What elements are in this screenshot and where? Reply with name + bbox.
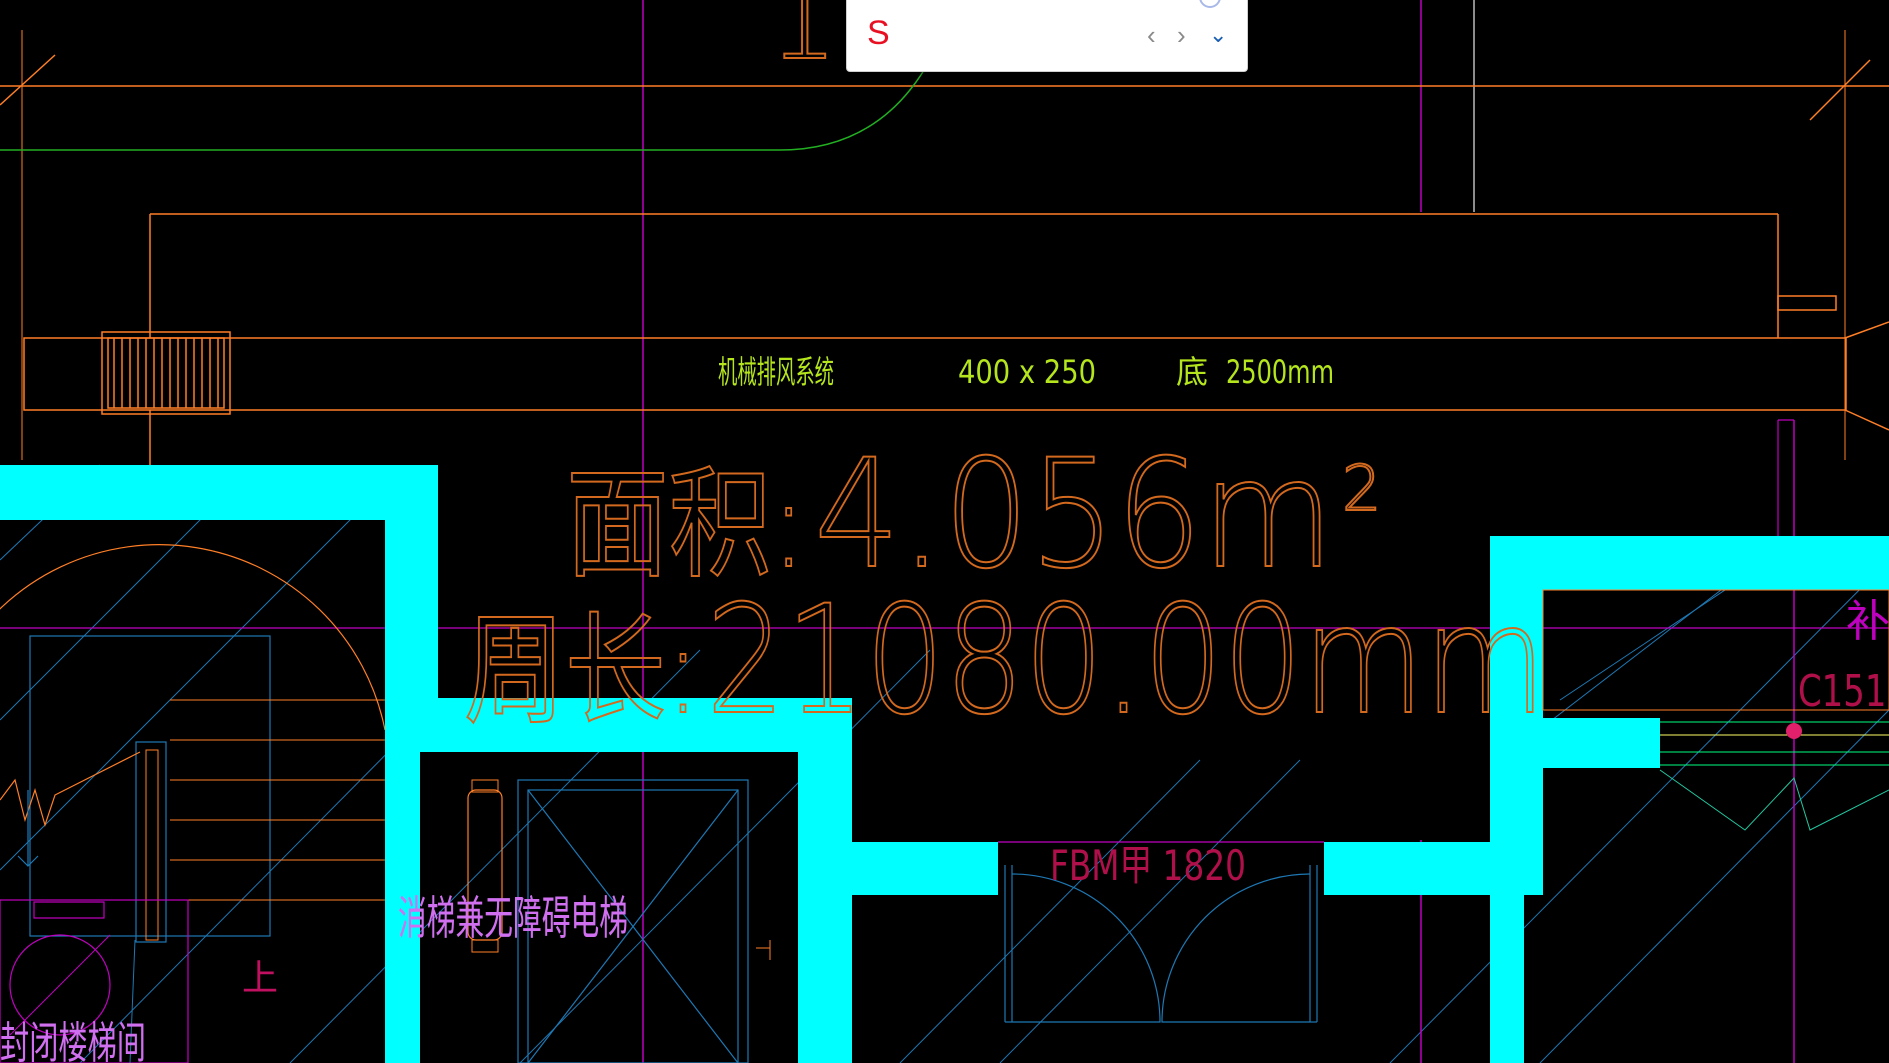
chevron-down-icon[interactable]: ⌄ <box>1209 22 1227 48</box>
find-popup: S ‹ › ⌄ <box>846 0 1248 72</box>
window-detail <box>1542 419 1889 831</box>
chevron-right-icon[interactable]: › <box>1177 22 1186 48</box>
popup-decoration-icon <box>1199 0 1221 8</box>
chevron-left-icon[interactable]: ‹ <box>1147 22 1156 48</box>
stair-label: 封闭楼梯间 <box>0 1018 146 1063</box>
perimeter-value: 21080.00mm <box>706 574 1546 748</box>
window-label-partial: 补风 <box>1846 596 1889 647</box>
duct-bottom-value: 2500mm <box>1226 353 1334 391</box>
duct-system-label: 机械排风系统 <box>718 353 834 391</box>
cad-viewport[interactable]: 机械排风系统 400 x 250 底 2500mm 面积: 4.056m 2 周… <box>0 0 1889 1063</box>
duct-bottom-prefix: 底 <box>1176 353 1208 391</box>
cad-drawing-canvas[interactable]: 机械排风系统 400 x 250 底 2500mm 面积: 4.056m 2 周… <box>0 0 1889 1063</box>
search-input[interactable]: S <box>867 14 890 53</box>
perimeter-prefix: 周长: <box>464 602 700 741</box>
duct-grille <box>113 338 219 408</box>
door-tag: FBM甲 1820 <box>1050 841 1246 890</box>
stair-up-mark: 上 <box>242 958 278 999</box>
window-tag-partial: C1513 <box>1798 666 1889 717</box>
stair-drawing <box>0 544 385 1063</box>
duct-geometry <box>0 54 1889 465</box>
elevator-label: 消梯兼无障碍电梯 <box>398 891 628 945</box>
insertion-point-marker[interactable] <box>1786 723 1802 739</box>
duct-size-label: 400 x 250 <box>958 353 1096 391</box>
area-superscript: 2 <box>1342 452 1381 525</box>
